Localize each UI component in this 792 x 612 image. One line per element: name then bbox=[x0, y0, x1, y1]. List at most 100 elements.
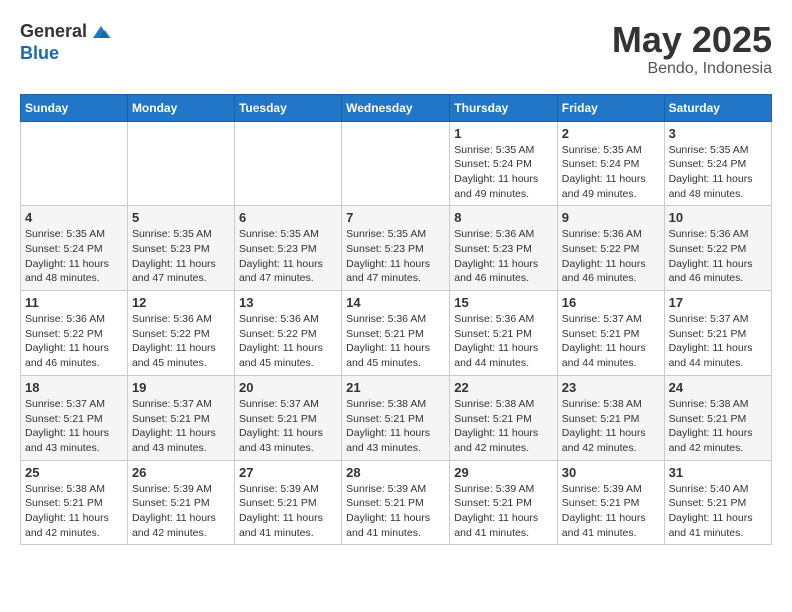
day-number: 29 bbox=[454, 465, 553, 480]
calendar-cell: 31 Sunrise: 5:40 AM Sunset: 5:21 PM Dayli… bbox=[664, 460, 771, 545]
day-info: Sunrise: 5:36 AM Sunset: 5:21 PM Dayligh… bbox=[346, 312, 445, 371]
calendar-cell: 1Sunrise: 5:35 AM Sunset: 5:24 PM Daylig… bbox=[450, 121, 558, 206]
weekday-header-tuesday: Tuesday bbox=[234, 94, 341, 121]
day-number: 13 bbox=[239, 295, 337, 310]
weekday-header-sunday: Sunday bbox=[21, 94, 128, 121]
day-number: 11 bbox=[25, 295, 123, 310]
calendar-cell bbox=[127, 121, 234, 206]
day-info: Sunrise: 5:36 AM Sunset: 5:23 PM Dayligh… bbox=[454, 227, 553, 286]
day-info: Sunrise: 5:39 AM Sunset: 5:21 PM Dayligh… bbox=[239, 482, 337, 541]
day-info: Sunrise: 5:36 AM Sunset: 5:22 PM Dayligh… bbox=[562, 227, 660, 286]
day-number: 21 bbox=[346, 380, 445, 395]
calendar-week-4: 18 Sunrise: 5:37 AM Sunset: 5:21 PM Dayli… bbox=[21, 375, 772, 460]
calendar-cell: 10 Sunrise: 5:36 AM Sunset: 5:22 PM Dayli… bbox=[664, 206, 771, 291]
day-info: Sunrise: 5:35 AM Sunset: 5:23 PM Dayligh… bbox=[239, 227, 337, 286]
calendar-cell: 28 Sunrise: 5:39 AM Sunset: 5:21 PM Dayli… bbox=[342, 460, 450, 545]
calendar-cell: 8 Sunrise: 5:36 AM Sunset: 5:23 PM Daylig… bbox=[450, 206, 558, 291]
day-number: 7 bbox=[346, 210, 445, 225]
calendar-week-1: 1Sunrise: 5:35 AM Sunset: 5:24 PM Daylig… bbox=[21, 121, 772, 206]
calendar-cell: 22 Sunrise: 5:38 AM Sunset: 5:21 PM Dayli… bbox=[450, 375, 558, 460]
day-number: 26 bbox=[132, 465, 230, 480]
day-number: 28 bbox=[346, 465, 445, 480]
calendar-week-2: 4Sunrise: 5:35 AM Sunset: 5:24 PM Daylig… bbox=[21, 206, 772, 291]
day-info: Sunrise: 5:36 AM Sunset: 5:21 PM Dayligh… bbox=[454, 312, 553, 371]
calendar-cell: 17 Sunrise: 5:37 AM Sunset: 5:21 PM Dayli… bbox=[664, 291, 771, 376]
day-number: 19 bbox=[132, 380, 230, 395]
day-number: 6 bbox=[239, 210, 337, 225]
weekday-header-wednesday: Wednesday bbox=[342, 94, 450, 121]
location: Bendo, Indonesia bbox=[612, 60, 772, 78]
day-number: 5 bbox=[132, 210, 230, 225]
day-info: Sunrise: 5:38 AM Sunset: 5:21 PM Dayligh… bbox=[454, 397, 553, 456]
day-number: 18 bbox=[25, 380, 123, 395]
day-number: 30 bbox=[562, 465, 660, 480]
month-year: May 2025 bbox=[612, 20, 772, 60]
day-info: Sunrise: 5:36 AM Sunset: 5:22 PM Dayligh… bbox=[25, 312, 123, 371]
calendar-cell: 18Sunrise: 5:37 AM Sunset: 5:21 PM Dayli… bbox=[21, 375, 128, 460]
weekday-header-monday: Monday bbox=[127, 94, 234, 121]
day-info: Sunrise: 5:37 AM Sunset: 5:21 PM Dayligh… bbox=[669, 312, 767, 371]
weekday-header-friday: Friday bbox=[557, 94, 664, 121]
day-info: Sunrise: 5:37 AM Sunset: 5:21 PM Dayligh… bbox=[132, 397, 230, 456]
day-number: 8 bbox=[454, 210, 553, 225]
calendar-cell bbox=[21, 121, 128, 206]
day-number: 3 bbox=[669, 126, 767, 141]
day-info: Sunrise: 5:39 AM Sunset: 5:21 PM Dayligh… bbox=[346, 482, 445, 541]
weekday-header-saturday: Saturday bbox=[664, 94, 771, 121]
calendar-table: SundayMondayTuesdayWednesdayThursdayFrid… bbox=[20, 94, 772, 546]
day-info: Sunrise: 5:37 AM Sunset: 5:21 PM Dayligh… bbox=[562, 312, 660, 371]
calendar-cell: 3 Sunrise: 5:35 AM Sunset: 5:24 PM Daylig… bbox=[664, 121, 771, 206]
calendar-cell: 7 Sunrise: 5:35 AM Sunset: 5:23 PM Daylig… bbox=[342, 206, 450, 291]
day-info: Sunrise: 5:36 AM Sunset: 5:22 PM Dayligh… bbox=[669, 227, 767, 286]
day-number: 31 bbox=[669, 465, 767, 480]
day-number: 23 bbox=[562, 380, 660, 395]
calendar-cell: 15 Sunrise: 5:36 AM Sunset: 5:21 PM Dayli… bbox=[450, 291, 558, 376]
calendar-cell: 9Sunrise: 5:36 AM Sunset: 5:22 PM Daylig… bbox=[557, 206, 664, 291]
day-info: Sunrise: 5:35 AM Sunset: 5:24 PM Dayligh… bbox=[562, 143, 660, 202]
calendar-cell: 20 Sunrise: 5:37 AM Sunset: 5:21 PM Dayli… bbox=[234, 375, 341, 460]
calendar-cell: 11 Sunrise: 5:36 AM Sunset: 5:22 PM Dayli… bbox=[21, 291, 128, 376]
day-number: 22 bbox=[454, 380, 553, 395]
day-number: 24 bbox=[669, 380, 767, 395]
calendar-cell: 5Sunrise: 5:35 AM Sunset: 5:23 PM Daylig… bbox=[127, 206, 234, 291]
calendar-cell: 12 Sunrise: 5:36 AM Sunset: 5:22 PM Dayli… bbox=[127, 291, 234, 376]
day-info: Sunrise: 5:38 AM Sunset: 5:21 PM Dayligh… bbox=[669, 397, 767, 456]
calendar-cell: 6 Sunrise: 5:35 AM Sunset: 5:23 PM Daylig… bbox=[234, 206, 341, 291]
day-number: 14 bbox=[346, 295, 445, 310]
day-info: Sunrise: 5:35 AM Sunset: 5:24 PM Dayligh… bbox=[454, 143, 553, 202]
calendar-week-5: 25Sunrise: 5:38 AM Sunset: 5:21 PM Dayli… bbox=[21, 460, 772, 545]
calendar-cell: 24 Sunrise: 5:38 AM Sunset: 5:21 PM Dayli… bbox=[664, 375, 771, 460]
calendar-cell: 26 Sunrise: 5:39 AM Sunset: 5:21 PM Dayli… bbox=[127, 460, 234, 545]
day-number: 12 bbox=[132, 295, 230, 310]
day-info: Sunrise: 5:36 AM Sunset: 5:22 PM Dayligh… bbox=[132, 312, 230, 371]
page-header: General Blue May 2025 Bendo, Indonesia bbox=[20, 20, 772, 78]
calendar-cell: 25Sunrise: 5:38 AM Sunset: 5:21 PM Dayli… bbox=[21, 460, 128, 545]
day-number: 25 bbox=[25, 465, 123, 480]
day-number: 2 bbox=[562, 126, 660, 141]
logo-icon bbox=[89, 20, 113, 44]
calendar-cell: 23 Sunrise: 5:38 AM Sunset: 5:21 PM Dayli… bbox=[557, 375, 664, 460]
day-number: 10 bbox=[669, 210, 767, 225]
day-info: Sunrise: 5:35 AM Sunset: 5:24 PM Dayligh… bbox=[669, 143, 767, 202]
day-info: Sunrise: 5:35 AM Sunset: 5:23 PM Dayligh… bbox=[346, 227, 445, 286]
day-info: Sunrise: 5:40 AM Sunset: 5:21 PM Dayligh… bbox=[669, 482, 767, 541]
calendar-cell bbox=[234, 121, 341, 206]
day-info: Sunrise: 5:39 AM Sunset: 5:21 PM Dayligh… bbox=[454, 482, 553, 541]
calendar-cell: 29 Sunrise: 5:39 AM Sunset: 5:21 PM Dayli… bbox=[450, 460, 558, 545]
day-info: Sunrise: 5:37 AM Sunset: 5:21 PM Dayligh… bbox=[239, 397, 337, 456]
day-info: Sunrise: 5:39 AM Sunset: 5:21 PM Dayligh… bbox=[132, 482, 230, 541]
day-number: 15 bbox=[454, 295, 553, 310]
day-number: 27 bbox=[239, 465, 337, 480]
day-number: 17 bbox=[669, 295, 767, 310]
calendar-cell: 19 Sunrise: 5:37 AM Sunset: 5:21 PM Dayli… bbox=[127, 375, 234, 460]
day-number: 20 bbox=[239, 380, 337, 395]
logo-blue: Blue bbox=[20, 44, 113, 64]
calendar-cell: 2 Sunrise: 5:35 AM Sunset: 5:24 PM Daylig… bbox=[557, 121, 664, 206]
day-info: Sunrise: 5:36 AM Sunset: 5:22 PM Dayligh… bbox=[239, 312, 337, 371]
weekday-header-row: SundayMondayTuesdayWednesdayThursdayFrid… bbox=[21, 94, 772, 121]
calendar-cell: 21 Sunrise: 5:38 AM Sunset: 5:21 PM Dayli… bbox=[342, 375, 450, 460]
day-info: Sunrise: 5:38 AM Sunset: 5:21 PM Dayligh… bbox=[562, 397, 660, 456]
calendar-cell: 16Sunrise: 5:37 AM Sunset: 5:21 PM Dayli… bbox=[557, 291, 664, 376]
day-info: Sunrise: 5:38 AM Sunset: 5:21 PM Dayligh… bbox=[346, 397, 445, 456]
day-info: Sunrise: 5:39 AM Sunset: 5:21 PM Dayligh… bbox=[562, 482, 660, 541]
